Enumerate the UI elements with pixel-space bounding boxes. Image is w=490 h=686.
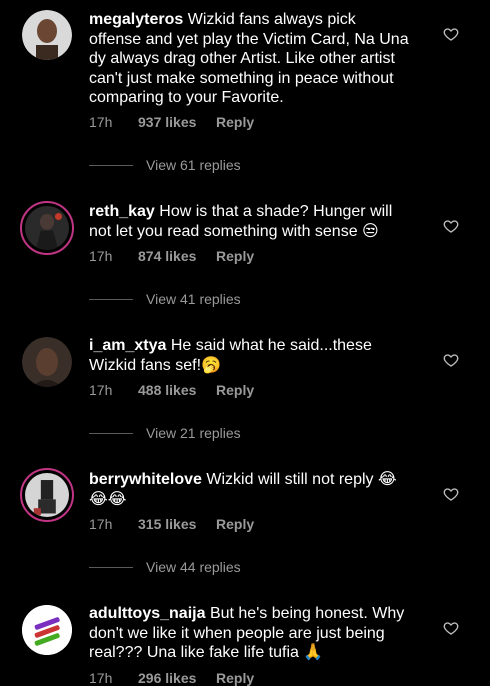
comment-meta: 17h 488 likes Reply — [89, 382, 254, 398]
view-replies-label: View 44 replies — [146, 559, 241, 575]
comment-time: 17h — [89, 516, 113, 532]
comment-time: 17h — [89, 114, 113, 130]
view-replies-label: View 41 replies — [146, 291, 241, 307]
view-replies-label: View 61 replies — [146, 157, 241, 173]
comment-text-block: reth_kay How is that a shade? Hunger wil… — [89, 202, 409, 241]
view-replies-button[interactable]: View 61 replies — [89, 157, 241, 173]
heart-icon[interactable] — [443, 26, 459, 42]
comment-username[interactable]: megalyteros — [89, 11, 183, 28]
replies-divider — [89, 566, 133, 568]
reply-button[interactable]: Reply — [216, 516, 254, 532]
comment-time: 17h — [89, 248, 113, 264]
comment-text-block: megalyteros Wizkid fans always pick offe… — [89, 10, 409, 108]
heart-icon[interactable] — [443, 486, 459, 502]
replies-divider — [89, 432, 133, 434]
heart-icon[interactable] — [443, 352, 459, 368]
comment-meta: 17h 937 likes Reply — [89, 114, 254, 130]
avatar[interactable] — [20, 468, 74, 522]
heart-icon[interactable] — [443, 218, 459, 234]
view-replies-button[interactable]: View 21 replies — [89, 425, 241, 441]
view-replies-button[interactable]: View 41 replies — [89, 291, 241, 307]
comment-time: 17h — [89, 382, 113, 398]
comment-username[interactable]: berrywhitelove — [89, 471, 202, 488]
comment-text-block: i_am_xtya He said what he said...these W… — [89, 336, 409, 375]
replies-divider — [89, 164, 133, 166]
heart-icon[interactable] — [443, 620, 459, 636]
comment-likes[interactable]: 315 likes — [138, 516, 216, 532]
avatar[interactable] — [22, 10, 72, 60]
view-replies-label: View 21 replies — [146, 425, 241, 441]
comment-username[interactable]: adulttoys_naija — [89, 605, 205, 622]
comment-text-block: adulttoys_naija But he's being honest. W… — [89, 604, 409, 663]
reply-button[interactable]: Reply — [216, 114, 254, 130]
comment-likes[interactable]: 874 likes — [138, 248, 216, 264]
comment-meta: 17h 315 likes Reply — [89, 516, 254, 532]
comment-username[interactable]: reth_kay — [89, 203, 155, 220]
comment-likes[interactable]: 937 likes — [138, 114, 216, 130]
avatar-man-photo-icon — [22, 10, 72, 60]
comment-username[interactable]: i_am_xtya — [89, 337, 166, 354]
avatar-woman-dark-photo-icon — [22, 337, 72, 387]
avatar-person-photo-icon — [25, 473, 69, 517]
comment-text-block: berrywhitelove Wizkid will still not rep… — [89, 470, 409, 509]
view-replies-button[interactable]: View 44 replies — [89, 559, 241, 575]
avatar-products-logo-icon — [22, 605, 72, 655]
avatar-woman-photo-icon — [25, 206, 69, 250]
avatar[interactable] — [22, 605, 72, 655]
comment-likes[interactable]: 488 likes — [138, 382, 216, 398]
reply-button[interactable]: Reply — [216, 382, 254, 398]
avatar[interactable] — [22, 337, 72, 387]
replies-divider — [89, 298, 133, 300]
comment-meta: 17h 874 likes Reply — [89, 248, 254, 264]
reply-button[interactable]: Reply — [216, 248, 254, 264]
avatar[interactable] — [20, 201, 74, 255]
